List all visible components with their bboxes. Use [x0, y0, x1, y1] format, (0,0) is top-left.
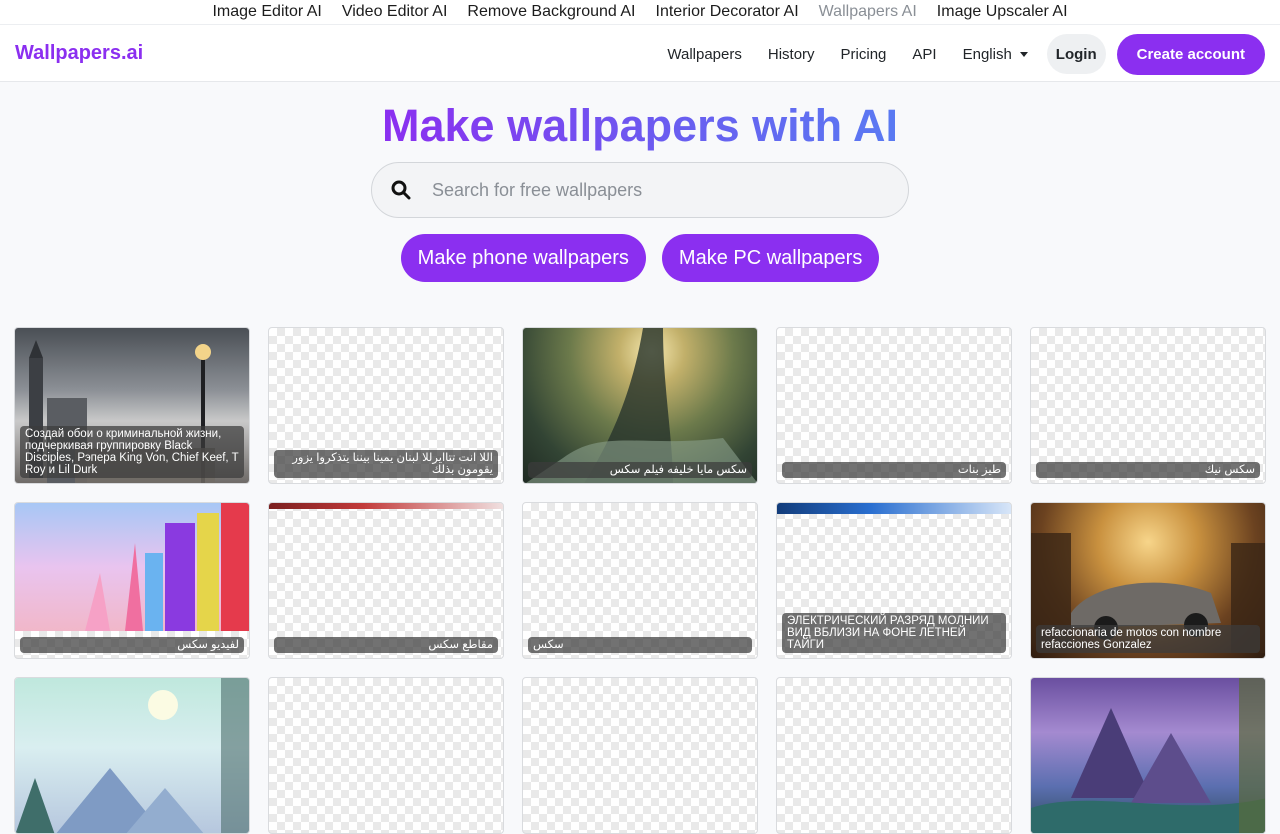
caret-down-icon [1019, 51, 1028, 57]
product-link-wallpapers[interactable]: Wallpapers AI [809, 0, 927, 24]
make-pc-wallpapers-button[interactable]: Make PC wallpapers [661, 234, 880, 282]
wallpaper-image [15, 678, 249, 833]
wallpaper-caption: لفيديو سكس [20, 637, 244, 653]
wallpaper-caption: ЭЛЕКТРИЧЕСКИЙ РАЗРЯД МОЛНИИ ВИД ВБЛИЗИ Н… [782, 613, 1006, 653]
search-icon[interactable] [389, 178, 413, 202]
wallpaper-card[interactable]: طيز بنات [776, 327, 1012, 484]
brand-logo[interactable]: Wallpapers.ai [15, 42, 143, 65]
wallpaper-card[interactable]: سكس [522, 502, 758, 659]
main-navbar: Wallpapers.ai Wallpapers History Pricing… [0, 24, 1280, 82]
wallpaper-card[interactable]: Создай обои о криминальной жизни, подчер… [14, 327, 250, 484]
search-bar[interactable] [371, 162, 909, 218]
hero-section: Make wallpapers with AI Make phone wallp… [0, 82, 1280, 282]
product-link-image-upscaler[interactable]: Image Upscaler AI [927, 0, 1078, 24]
nav-link-wallpapers[interactable]: Wallpapers [654, 46, 754, 63]
wallpaper-image [1031, 678, 1265, 833]
product-link-image-editor[interactable]: Image Editor AI [202, 0, 331, 24]
nav-link-api[interactable]: API [899, 46, 949, 63]
wallpaper-caption: مقاطع سكس [274, 637, 498, 653]
make-phone-wallpapers-button[interactable]: Make phone wallpapers [400, 234, 646, 282]
wallpaper-caption: Создай обои о криминальной жизни, подчер… [20, 426, 244, 478]
wallpaper-card[interactable]: refaccionaria de motos con nombre refacc… [1030, 502, 1266, 659]
wallpaper-card[interactable]: لفيديو سكس [14, 502, 250, 659]
product-link-interior-decorator[interactable]: Interior Decorator AI [646, 0, 809, 24]
wallpaper-caption: طيز بنات [782, 462, 1006, 478]
language-label: English [962, 45, 1012, 63]
wallpaper-card[interactable]: سكس مايا خليفه فيلم سكس [522, 327, 758, 484]
wallpaper-image [777, 503, 1011, 514]
wallpaper-card[interactable] [776, 677, 1012, 834]
wallpaper-card[interactable]: سكس نيك [1030, 327, 1266, 484]
make-buttons: Make phone wallpapers Make PC wallpapers [0, 234, 1280, 282]
wallpaper-image [523, 328, 757, 483]
create-account-button[interactable]: Create account [1116, 33, 1265, 75]
nav-link-pricing[interactable]: Pricing [828, 46, 900, 63]
wallpaper-grid: Создай обои о криминальной жизни, подчер… [14, 327, 1266, 834]
wallpaper-card[interactable]: مقاطع سكس [268, 502, 504, 659]
wallpaper-image [269, 503, 503, 509]
wallpaper-caption: refaccionaria de motos con nombre refacc… [1036, 625, 1260, 653]
wallpaper-image [15, 503, 249, 631]
product-links-bar: Image Editor AI Video Editor AI Remove B… [0, 0, 1280, 24]
wallpaper-card[interactable]: اللا انت تتاايرللا لبنان يمينا بيننا يتذ… [268, 327, 504, 484]
login-button[interactable]: Login [1046, 34, 1106, 74]
wallpaper-caption: سكس [528, 637, 752, 653]
page-title: Make wallpapers with AI [382, 100, 898, 151]
wallpaper-card[interactable]: ЭЛЕКТРИЧЕСКИЙ РАЗРЯД МОЛНИИ ВИД ВБЛИЗИ Н… [776, 502, 1012, 659]
wallpaper-caption: اللا انت تتاايرللا لبنان يمينا بيننا يتذ… [274, 450, 498, 478]
wallpaper-card[interactable] [268, 677, 504, 834]
wallpaper-caption: سكس نيك [1036, 462, 1260, 478]
language-dropdown[interactable]: English [950, 46, 1041, 63]
search-input[interactable] [432, 179, 872, 201]
wallpaper-card[interactable] [522, 677, 758, 834]
product-link-video-editor[interactable]: Video Editor AI [332, 0, 458, 24]
wallpaper-card[interactable] [14, 677, 250, 834]
product-link-remove-background[interactable]: Remove Background AI [457, 0, 645, 24]
wallpaper-caption: سكس مايا خليفه فيلم سكس [528, 462, 752, 478]
nav-link-history[interactable]: History [755, 46, 828, 63]
wallpaper-card[interactable] [1030, 677, 1266, 834]
nav-links: Wallpapers History Pricing API English L… [654, 25, 1265, 83]
